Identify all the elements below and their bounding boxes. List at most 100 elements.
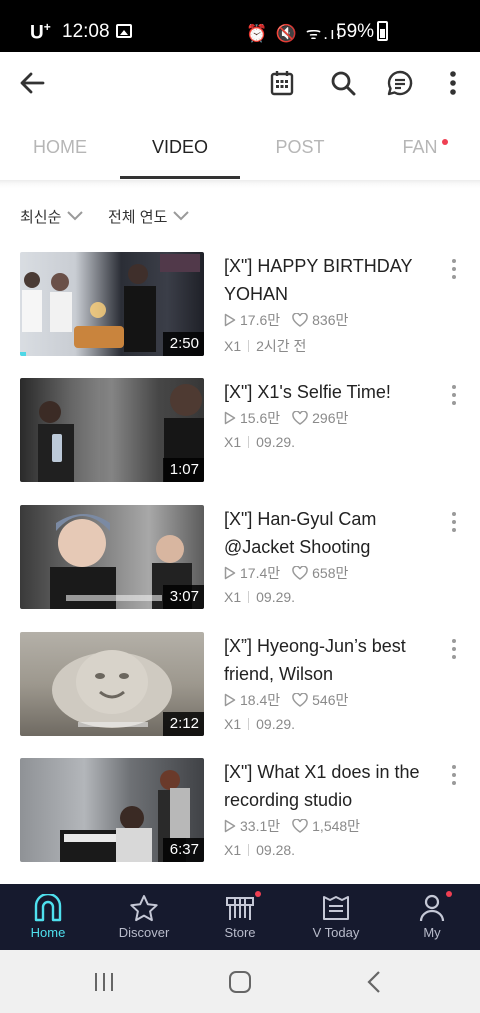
chevron-down-icon (173, 211, 190, 221)
status-bar: U+ 12:08 ⏰ 🔇 ᯤ.ıl 59% (0, 0, 480, 52)
like-count: 836만 (312, 312, 349, 328)
nav-home[interactable]: Home (0, 884, 96, 950)
view-count: 15.6만 (240, 410, 281, 426)
search-icon[interactable] (321, 52, 365, 114)
chevron-down-icon (67, 211, 84, 221)
battery-percent: 59% (336, 21, 375, 42)
tab-post[interactable]: POST (240, 114, 360, 180)
more-vertical-icon[interactable] (431, 52, 475, 114)
gallery-notification-icon (116, 24, 132, 38)
home-button-icon[interactable] (200, 950, 280, 1013)
video-more-icon[interactable] (440, 252, 468, 286)
app-header (0, 52, 480, 114)
heart-icon (292, 313, 308, 327)
fan-notification-dot (442, 139, 448, 145)
video-item[interactable]: 3:07 [X"] Han-Gyul Cam @Jacket Shooting … (0, 505, 480, 617)
video-date: 09.29. (256, 716, 296, 732)
tab-video[interactable]: VIDEO (120, 114, 240, 180)
like-count: 658만 (312, 565, 349, 581)
video-stats: 18.4만 546만 (224, 690, 360, 710)
video-title[interactable]: [X"] X1's Selfie Time! (224, 378, 444, 406)
star-icon (130, 895, 158, 922)
view-count: 33.1만 (240, 818, 281, 834)
video-duration: 2:50 (162, 332, 204, 356)
my-notification-dot (446, 891, 452, 897)
store-notification-dot (255, 891, 261, 897)
video-duration: 2:12 (162, 712, 204, 736)
video-meta: X1 09.29. (224, 716, 295, 732)
video-date: 09.29. (256, 434, 296, 450)
video-stats: 15.6만 296만 (224, 408, 360, 428)
play-icon (224, 566, 236, 580)
nav-discover[interactable]: Discover (96, 884, 192, 950)
video-item[interactable]: 6:37 [X"] What X1 does in the recording … (0, 758, 480, 870)
active-tab-indicator (120, 176, 240, 179)
video-more-icon[interactable] (440, 758, 468, 792)
nav-my[interactable]: My (384, 884, 480, 950)
nav-label: Home (30, 925, 66, 940)
system-navigation-bar (0, 950, 480, 1013)
tab-fan[interactable]: FAN (360, 114, 480, 180)
play-icon (224, 313, 236, 327)
tab-home[interactable]: HOME (0, 114, 120, 180)
like-count: 296만 (312, 410, 349, 426)
like-count: 1,548만 (312, 818, 361, 834)
v-today-icon (323, 896, 349, 920)
recent-apps-icon[interactable] (64, 950, 144, 1013)
video-meta: X1 09.28. (224, 842, 295, 858)
year-dropdown[interactable]: 전체 연도 (108, 204, 190, 228)
back-arrow-icon[interactable] (10, 52, 54, 114)
sort-label: 최신순 (20, 208, 62, 226)
nav-label: My (423, 925, 441, 940)
video-thumbnail[interactable]: 6:37 (20, 758, 204, 862)
video-duration: 3:07 (162, 585, 204, 609)
sort-dropdown[interactable]: 최신순 (20, 204, 84, 228)
store-icon (226, 897, 254, 920)
video-title[interactable]: [X”] Hyeong-Jun’s best friend, Wilson (224, 632, 444, 688)
bottom-navigation: Home Discover Store V Today My (0, 884, 480, 950)
calendar-icon[interactable] (260, 52, 304, 114)
play-icon (224, 819, 236, 833)
video-more-icon[interactable] (440, 632, 468, 666)
nav-label: Store (224, 925, 256, 940)
video-more-icon[interactable] (440, 505, 468, 539)
video-title[interactable]: [X"] What X1 does in the recording studi… (224, 758, 444, 814)
video-item[interactable]: 1:07 [X"] X1's Selfie Time! 15.6만 296만 X… (0, 378, 480, 490)
channel-name: X1 (224, 338, 242, 354)
heart-icon (292, 693, 308, 707)
heart-icon (292, 566, 308, 580)
year-label: 전체 연도 (108, 208, 168, 226)
back-button-icon[interactable] (334, 950, 414, 1013)
video-thumbnail[interactable]: 2:50 (20, 252, 204, 356)
nav-label: Discover (118, 925, 170, 940)
video-date: 09.28. (256, 842, 296, 858)
home-icon (34, 894, 62, 922)
person-icon (419, 894, 445, 922)
video-stats: 17.6만 836만 (224, 310, 360, 330)
video-meta: X1 2시간 전 (224, 336, 306, 356)
chat-icon[interactable] (378, 52, 422, 114)
video-thumbnail[interactable]: 2:12 (20, 632, 204, 736)
channel-name: X1 (224, 434, 242, 450)
nav-label: V Today (312, 925, 360, 940)
carrier-label: U+ (30, 20, 51, 44)
video-item[interactable]: 2:12 [X”] Hyeong-Jun’s best friend, Wils… (0, 632, 480, 744)
status-time: 12:08 (62, 21, 110, 42)
channel-name: X1 (224, 589, 242, 605)
like-count: 546만 (312, 692, 349, 708)
video-stats: 33.1만 1,548만 (224, 816, 372, 836)
heart-icon (292, 411, 308, 425)
view-count: 17.4만 (240, 565, 281, 581)
video-item[interactable]: 2:50 [X"] HAPPY BIRTHDAY YOHAN 17.6만 836… (0, 252, 480, 364)
video-thumbnail[interactable]: 3:07 (20, 505, 204, 609)
battery-icon (377, 21, 388, 41)
view-count: 17.6만 (240, 312, 281, 328)
video-thumbnail[interactable]: 1:07 (20, 378, 204, 482)
nav-v-today[interactable]: V Today (288, 884, 384, 950)
nav-store[interactable]: Store (192, 884, 288, 950)
channel-name: X1 (224, 716, 242, 732)
video-more-icon[interactable] (440, 378, 468, 412)
video-title[interactable]: [X"] HAPPY BIRTHDAY YOHAN (224, 252, 444, 308)
video-date: 09.29. (256, 589, 296, 605)
video-title[interactable]: [X"] Han-Gyul Cam @Jacket Shooting (224, 505, 444, 561)
